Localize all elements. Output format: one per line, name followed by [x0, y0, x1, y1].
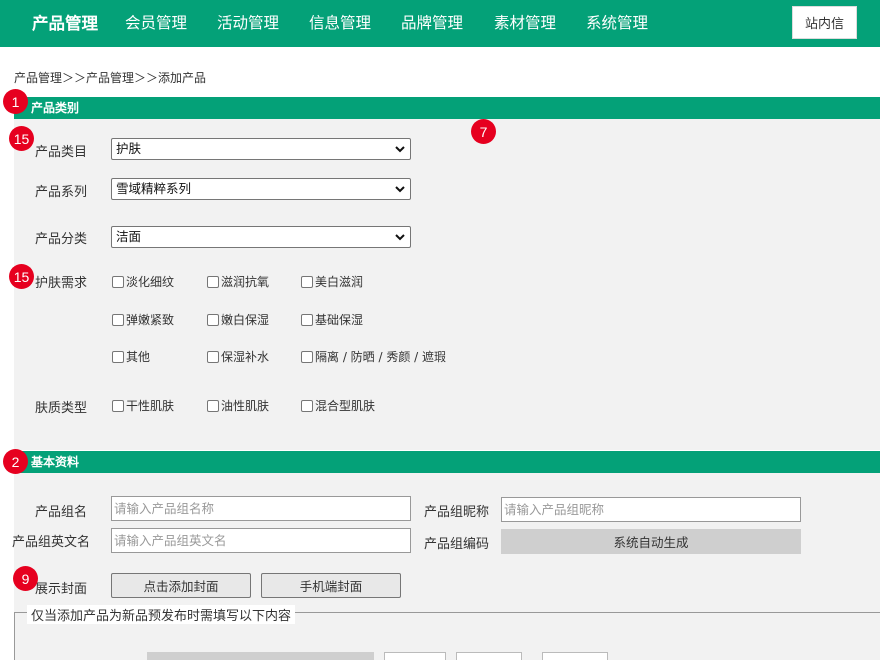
annotation-badge: 2 — [3, 449, 28, 474]
checkbox-label: 美白滋润 — [315, 275, 364, 289]
english-name-input[interactable]: 请输入产品组英文名 — [111, 528, 411, 553]
series-select-value: 雪域精粹系列 — [116, 181, 192, 196]
classification-select-value: 洁面 — [116, 229, 142, 244]
group-nickname-label: 产品组昵称 — [424, 505, 490, 520]
nav-member-management[interactable]: 会员管理 — [125, 11, 187, 33]
group-nickname-input[interactable]: 请输入产品组昵称 — [501, 497, 801, 522]
checkbox-box[interactable] — [207, 313, 219, 326]
annotation-badge: 7 — [471, 119, 496, 144]
checkbox-box[interactable] — [207, 350, 219, 363]
group-name-label: 产品组名 — [35, 505, 88, 520]
chevron-down-icon — [395, 146, 405, 153]
checkbox-label: 嫩白保湿 — [221, 313, 270, 327]
annotation-badge: 15 — [9, 126, 34, 151]
checkbox-box[interactable] — [207, 275, 219, 288]
skin-type-checkbox[interactable]: 干性肌肤 — [112, 397, 174, 414]
nav-brand-management[interactable]: 品牌管理 — [401, 11, 463, 33]
presale-input[interactable] — [456, 652, 522, 660]
needs-checkbox[interactable]: 淡化细纹 — [112, 273, 174, 290]
category-label: 产品类目 — [35, 145, 88, 160]
classification-select[interactable]: 洁面 — [111, 226, 411, 248]
presale-input[interactable] — [542, 652, 608, 660]
checkbox-box[interactable] — [112, 313, 124, 326]
needs-checkbox[interactable]: 滋润抗氧 — [207, 273, 269, 290]
needs-checkbox[interactable]: 其他 — [112, 348, 150, 365]
series-select[interactable]: 雪域精粹系列 — [111, 178, 411, 200]
chevron-down-icon — [395, 234, 405, 241]
mobile-cover-button[interactable]: 手机端封面 — [261, 573, 401, 598]
cover-label: 展示封面 — [35, 582, 88, 597]
checkbox-label: 保湿补水 — [221, 350, 270, 364]
inbox-button[interactable]: 站内信 — [792, 6, 857, 39]
category-select-value: 护肤 — [116, 141, 142, 156]
english-name-label: 产品组英文名 — [12, 535, 91, 550]
checkbox-label: 淡化细纹 — [126, 275, 175, 289]
group-name-input[interactable]: 请输入产品组名称 — [111, 496, 411, 521]
checkbox-box[interactable] — [301, 350, 313, 363]
checkbox-label: 隔离 / 防晒 / 秀颜 / 遮瑕 — [315, 350, 447, 364]
needs-checkbox[interactable]: 保湿补水 — [207, 348, 269, 365]
group-code-field: 系统自动生成 — [501, 529, 801, 554]
needs-checkbox[interactable]: 弹嫩紧致 — [112, 311, 174, 328]
category-section-header: 产品类别 — [14, 97, 880, 119]
presale-legend: 仅当添加产品为新品预发布时需填写以下内容 — [27, 605, 296, 624]
needs-checkbox[interactable]: 隔离 / 防晒 / 秀颜 / 遮瑕 — [301, 348, 446, 365]
skin-type-checkbox[interactable]: 油性肌肤 — [207, 397, 269, 414]
series-label: 产品系列 — [35, 185, 88, 200]
annotation-badge: 1 — [3, 89, 28, 114]
checkbox-box[interactable] — [301, 275, 313, 288]
checkbox-label: 滋润抗氧 — [221, 275, 270, 289]
checkbox-label: 弹嫩紧致 — [126, 313, 175, 327]
add-cover-button[interactable]: 点击添加封面 — [111, 573, 251, 598]
checkbox-label: 其他 — [126, 350, 151, 364]
annotation-badge: 9 — [13, 566, 38, 591]
category-select[interactable]: 护肤 — [111, 138, 411, 160]
skin-needs-label: 护肤需求 — [35, 276, 88, 291]
classification-label: 产品分类 — [35, 232, 88, 247]
checkbox-label: 油性肌肤 — [221, 399, 270, 413]
checkbox-label: 基础保湿 — [315, 313, 364, 327]
skin-type-checkbox[interactable]: 混合型肌肤 — [301, 397, 375, 414]
checkbox-box[interactable] — [112, 399, 124, 412]
top-nav-bar: 产品管理 会员管理 活动管理 信息管理 品牌管理 素材管理 系统管理 站内信 — [0, 0, 880, 47]
basic-info-section-header: 基本资料 — [14, 451, 880, 473]
needs-checkbox[interactable]: 嫩白保湿 — [207, 311, 269, 328]
checkbox-box[interactable] — [301, 313, 313, 326]
nav-activity-management[interactable]: 活动管理 — [217, 11, 279, 33]
checkbox-box[interactable] — [207, 399, 219, 412]
checkbox-label: 干性肌肤 — [126, 399, 175, 413]
group-code-label: 产品组编码 — [424, 537, 490, 552]
chevron-down-icon — [395, 186, 405, 193]
skin-type-label: 肤质类型 — [35, 401, 88, 416]
checkbox-box[interactable] — [112, 275, 124, 288]
checkbox-label: 混合型肌肤 — [315, 399, 376, 413]
nav-material-management[interactable]: 素材管理 — [494, 11, 556, 33]
nav-info-management[interactable]: 信息管理 — [309, 11, 371, 33]
nav-system-management[interactable]: 系统管理 — [586, 11, 648, 33]
presale-input[interactable] — [384, 652, 446, 660]
nav-product-management[interactable]: 产品管理 — [32, 10, 98, 34]
presale-select[interactable] — [147, 652, 374, 660]
checkbox-box[interactable] — [112, 350, 124, 363]
checkbox-box[interactable] — [301, 399, 313, 412]
breadcrumb: 产品管理＞＞产品管理＞＞添加产品 — [14, 71, 207, 85]
needs-checkbox[interactable]: 基础保湿 — [301, 311, 363, 328]
annotation-badge: 15 — [9, 264, 34, 289]
needs-checkbox[interactable]: 美白滋润 — [301, 273, 363, 290]
